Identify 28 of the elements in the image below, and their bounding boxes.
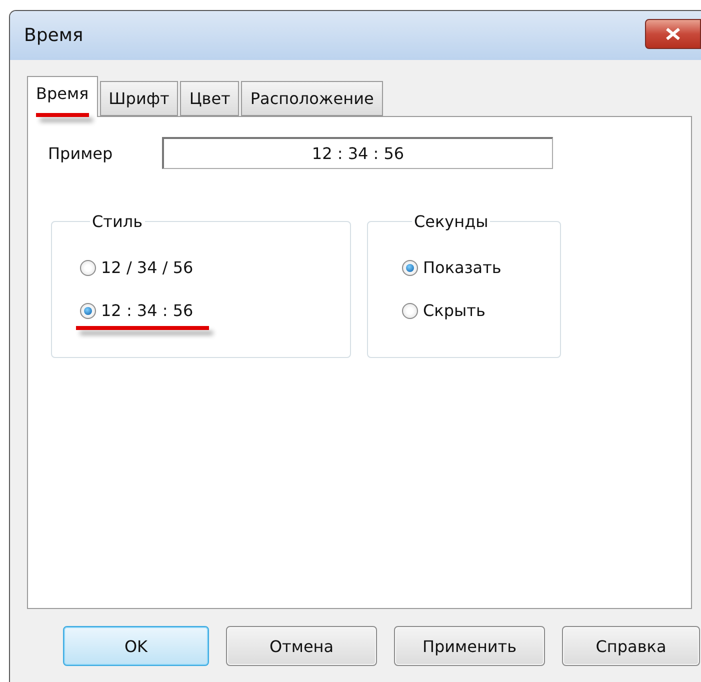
option-label: Скрыть <box>423 301 486 320</box>
group-title: Секунды <box>413 212 490 231</box>
example-label: Пример <box>48 144 114 162</box>
underline-mark <box>36 113 89 117</box>
radio-button[interactable] <box>80 260 96 276</box>
tab[interactable]: Время <box>27 76 98 117</box>
close-icon <box>664 26 682 40</box>
dialog-button[interactable]: Справка <box>562 626 700 666</box>
radio-button[interactable] <box>80 302 96 318</box>
window-title: Время <box>24 25 84 46</box>
option-label: 12 : 34 : 56 <box>101 301 194 320</box>
close-button[interactable] <box>645 18 701 48</box>
radio-button[interactable] <box>402 302 418 318</box>
option-label: 12 / 34 / 56 <box>101 258 194 277</box>
dialog-button[interactable]: Отмена <box>226 626 377 666</box>
tab[interactable]: Шрифт <box>100 81 178 116</box>
group-title: Стиль <box>91 212 144 231</box>
option-label: Показать <box>423 258 502 277</box>
radio-option[interactable]: Скрыть <box>398 301 502 332</box>
tab[interactable]: Расположение <box>241 81 383 116</box>
tab[interactable]: Цвет <box>180 81 240 116</box>
radio-option[interactable]: 12 : 34 : 56 <box>76 301 210 332</box>
dialog-button[interactable]: Применить <box>394 626 545 666</box>
example-field: 12 : 34 : 56 <box>162 137 553 169</box>
radio-button[interactable] <box>402 260 418 276</box>
radio-option[interactable]: 12 / 34 / 56 <box>76 258 210 289</box>
dialog-button[interactable]: OK <box>63 626 209 666</box>
radio-option[interactable]: Показать <box>398 258 518 289</box>
